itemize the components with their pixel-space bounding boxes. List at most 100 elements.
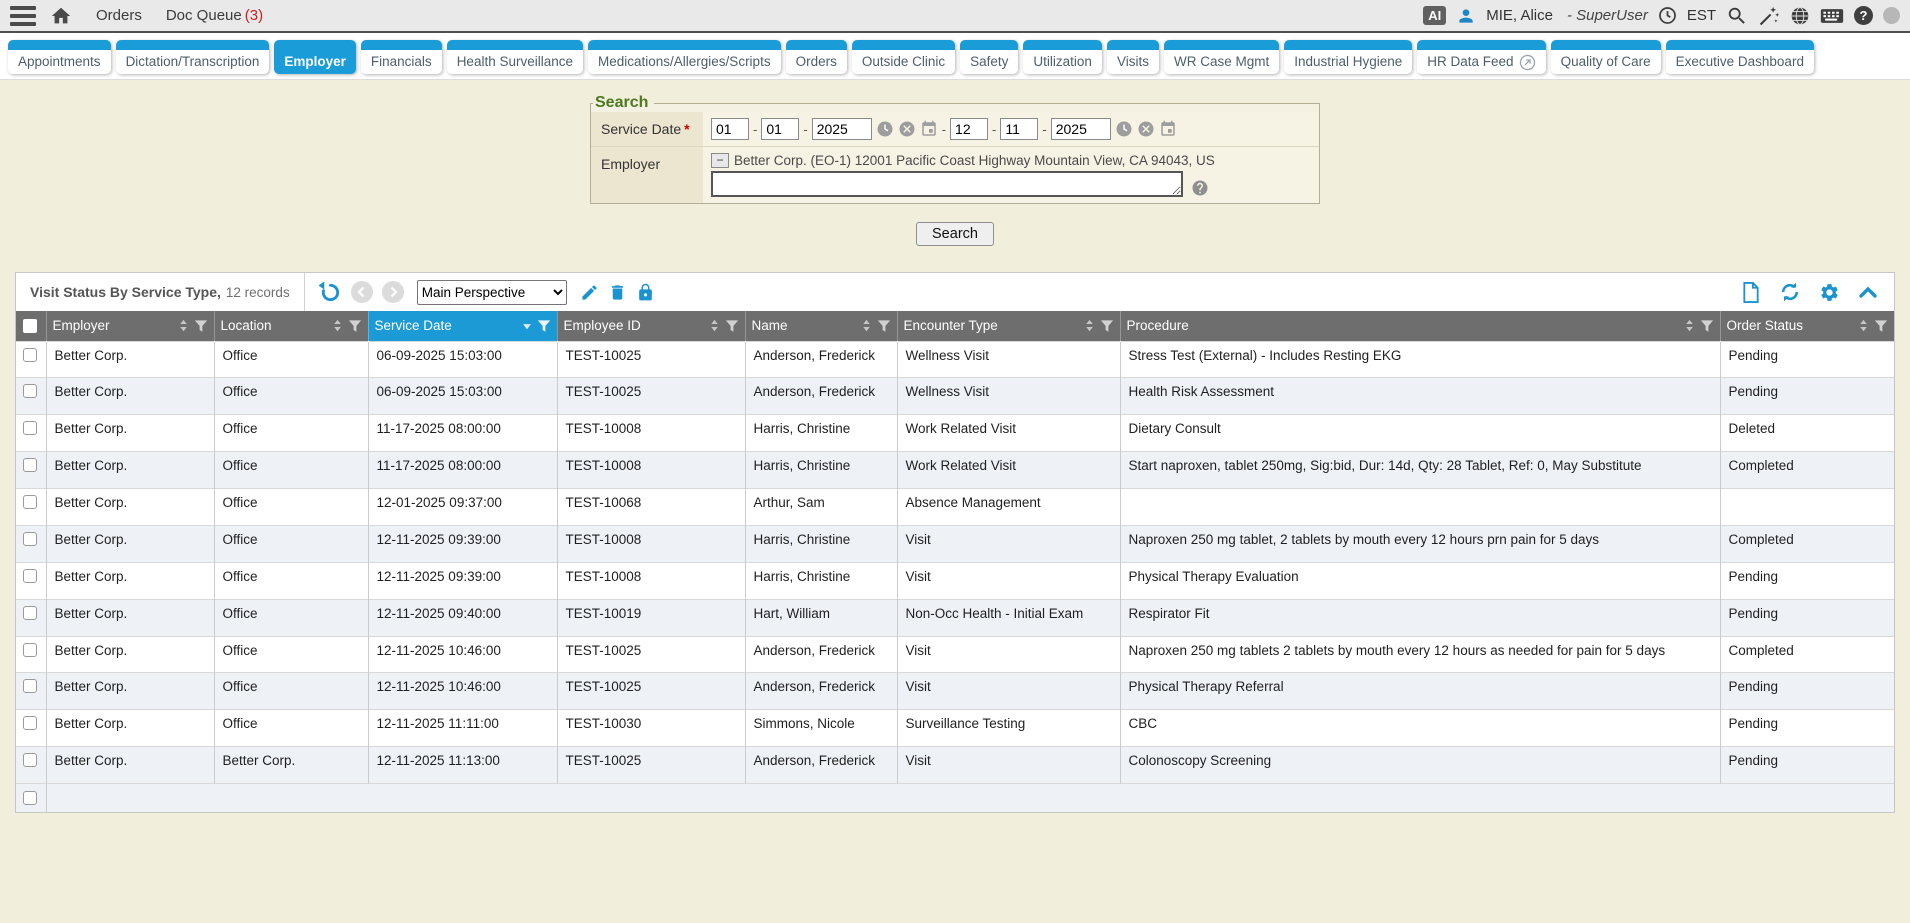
tab-financials[interactable]: Financials: [361, 40, 442, 74]
column-header-name[interactable]: Name: [745, 311, 897, 341]
search-button[interactable]: Search: [916, 222, 994, 246]
tab-outside-clinic[interactable]: Outside Clinic: [852, 40, 955, 74]
tab-hr-data-feed[interactable]: HR Data Feed: [1417, 40, 1545, 74]
column-header-employer[interactable]: Employer: [46, 311, 214, 341]
to-day-input[interactable]: [1000, 118, 1038, 140]
column-header-service-date[interactable]: Service Date: [368, 311, 557, 341]
tab-health-surveillance[interactable]: Health Surveillance: [447, 40, 583, 74]
row-checkbox[interactable]: [23, 569, 37, 583]
tab-dictation-transcription[interactable]: Dictation/Transcription: [116, 40, 270, 74]
filter-funnel-icon[interactable]: [537, 319, 551, 333]
clock-icon[interactable]: [1658, 6, 1677, 25]
export-document-icon[interactable]: [1741, 282, 1761, 303]
column-label: Procedure: [1127, 318, 1679, 333]
tab-wr-case-mgmt[interactable]: WR Case Mgmt: [1164, 40, 1279, 74]
filter-funnel-icon[interactable]: [877, 319, 891, 333]
previous-page-icon[interactable]: [351, 281, 373, 303]
sort-icon[interactable]: [177, 319, 190, 332]
column-header-order-status[interactable]: Order Status: [1720, 311, 1894, 341]
edit-perspective-icon[interactable]: [580, 283, 599, 302]
tab-medications-allergies-scripts[interactable]: Medications/Allergies/Scripts: [588, 40, 781, 74]
refresh-icon[interactable]: [1779, 281, 1801, 303]
help-icon[interactable]: ?: [1854, 6, 1873, 25]
employer-help-icon[interactable]: [1191, 179, 1209, 197]
from-clear-icon[interactable]: [898, 120, 916, 138]
from-day-input[interactable]: [761, 118, 799, 140]
sort-icon[interactable]: [860, 319, 873, 332]
breadcrumb-doc-queue[interactable]: Doc Queue(3): [166, 7, 263, 24]
select-all-checkbox[interactable]: [23, 319, 37, 333]
tab-appointments[interactable]: Appointments: [8, 40, 111, 74]
filter-funnel-icon[interactable]: [1100, 319, 1114, 333]
tab-safety[interactable]: Safety: [960, 40, 1018, 74]
column-header-procedure[interactable]: Procedure: [1120, 311, 1720, 341]
filter-funnel-icon[interactable]: [1874, 319, 1888, 333]
employer-search-input[interactable]: [711, 171, 1183, 197]
tab-label: HR Data Feed: [1427, 54, 1513, 69]
tab-executive-dashboard[interactable]: Executive Dashboard: [1666, 40, 1814, 74]
ai-badge[interactable]: AI: [1423, 6, 1446, 25]
row-checkbox[interactable]: [23, 348, 37, 362]
tab-industrial-hygiene[interactable]: Industrial Hygiene: [1284, 40, 1412, 74]
magic-wand-icon[interactable]: [1758, 5, 1780, 27]
row-checkbox[interactable]: [23, 643, 37, 657]
row-select-cell: [16, 378, 46, 415]
filter-funnel-icon[interactable]: [1700, 319, 1714, 333]
from-year-input[interactable]: [812, 118, 872, 140]
perspective-select[interactable]: Main Perspective: [417, 280, 567, 305]
row-checkbox[interactable]: [23, 679, 37, 693]
reset-perspective-icon[interactable]: [319, 281, 342, 304]
tab-utilization[interactable]: Utilization: [1023, 40, 1102, 74]
sort-icon[interactable]: [1683, 319, 1696, 332]
cell-service-date: 12-11-2025 09:39:00: [368, 525, 557, 562]
filter-funnel-icon[interactable]: [194, 319, 208, 333]
collapse-employer-button[interactable]: −: [711, 153, 729, 168]
collapse-grid-chevron-icon[interactable]: [1858, 285, 1878, 299]
sort-descending-icon[interactable]: [521, 320, 533, 332]
row-checkbox[interactable]: [23, 384, 37, 398]
tab-visits[interactable]: Visits: [1107, 40, 1159, 74]
row-checkbox[interactable]: [23, 421, 37, 435]
column-header-encounter-type[interactable]: Encounter Type: [897, 311, 1120, 341]
row-checkbox[interactable]: [23, 458, 37, 472]
row-checkbox[interactable]: [23, 753, 37, 767]
row-checkbox[interactable]: [23, 716, 37, 730]
user-name[interactable]: MIE, Alice: [1486, 7, 1553, 24]
to-year-input[interactable]: [1051, 118, 1111, 140]
filter-funnel-icon[interactable]: [348, 319, 362, 333]
sort-icon[interactable]: [1083, 319, 1096, 332]
keyboard-icon[interactable]: [1820, 7, 1844, 25]
sort-icon[interactable]: [331, 319, 344, 332]
column-header-location[interactable]: Location: [214, 311, 368, 341]
to-calendar-icon[interactable]: [1159, 120, 1177, 138]
footer-checkbox[interactable]: [23, 791, 37, 805]
sort-icon[interactable]: [708, 319, 721, 332]
lock-perspective-icon[interactable]: [636, 283, 655, 302]
globe-icon[interactable]: [1790, 6, 1810, 26]
tab-label: WR Case Mgmt: [1174, 54, 1269, 69]
search-icon[interactable]: [1726, 5, 1748, 27]
from-time-icon[interactable]: [876, 120, 894, 138]
column-header-employee-id[interactable]: Employee ID: [557, 311, 745, 341]
home-icon[interactable]: [50, 5, 72, 27]
sort-icon[interactable]: [1857, 319, 1870, 332]
row-checkbox[interactable]: [23, 606, 37, 620]
to-month-input[interactable]: [950, 118, 988, 140]
tab-employer[interactable]: Employer: [274, 40, 356, 74]
filter-funnel-icon[interactable]: [725, 319, 739, 333]
tab-quality-of-care[interactable]: Quality of Care: [1551, 40, 1661, 74]
tab-orders[interactable]: Orders: [786, 40, 847, 74]
delete-perspective-icon[interactable]: [608, 283, 627, 302]
user-icon[interactable]: [1456, 6, 1476, 26]
next-page-icon[interactable]: [382, 281, 404, 303]
grid-settings-gear-icon[interactable]: [1819, 282, 1840, 303]
breadcrumb-orders[interactable]: Orders: [96, 7, 142, 24]
cell-name: Anderson, Frederick: [745, 341, 897, 378]
from-month-input[interactable]: [711, 118, 749, 140]
row-checkbox[interactable]: [23, 532, 37, 546]
to-time-icon[interactable]: [1115, 120, 1133, 138]
hamburger-menu-icon[interactable]: [10, 2, 36, 30]
to-clear-icon[interactable]: [1137, 120, 1155, 138]
from-calendar-icon[interactable]: [920, 120, 938, 138]
row-checkbox[interactable]: [23, 495, 37, 509]
